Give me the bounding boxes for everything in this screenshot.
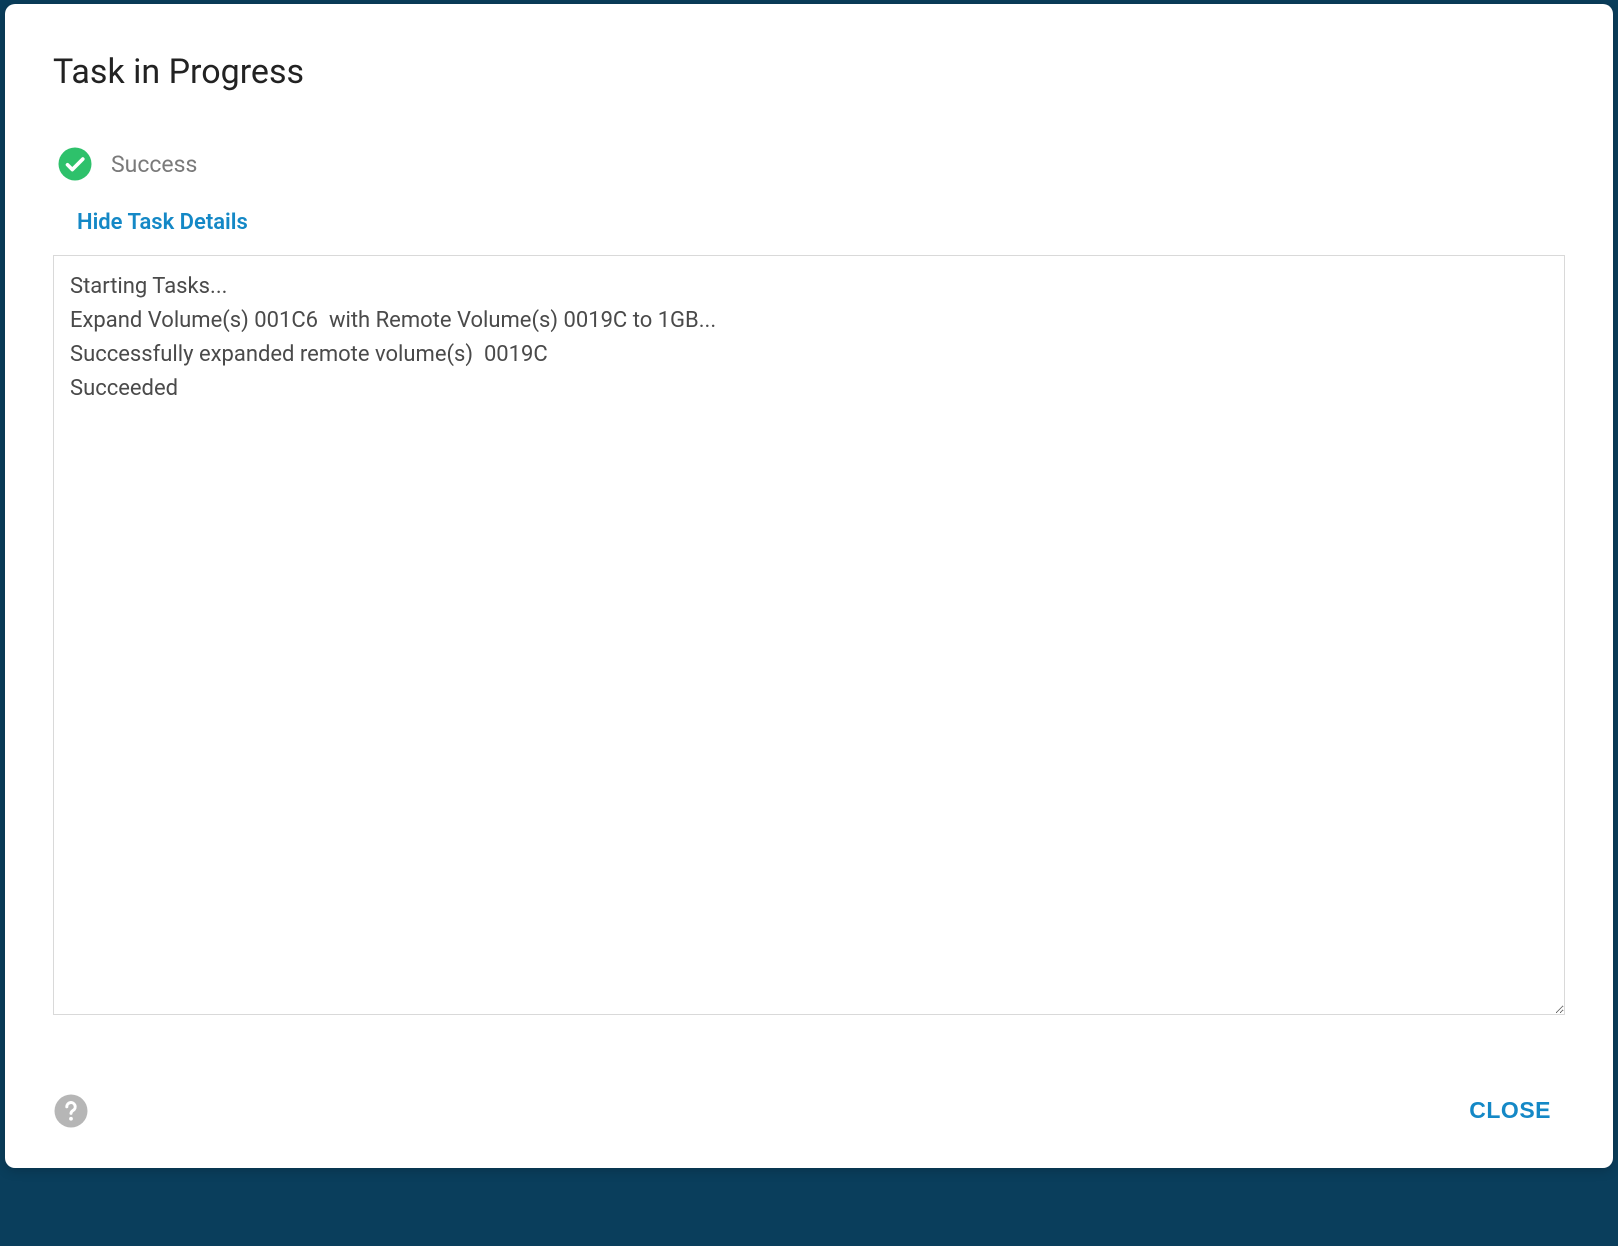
help-icon[interactable]	[53, 1093, 89, 1129]
status-row: Success	[53, 146, 1565, 182]
modal-footer: CLOSE	[53, 1089, 1565, 1132]
task-log-textarea[interactable]	[53, 255, 1565, 1015]
modal-title: Task in Progress	[53, 52, 1565, 92]
toggle-task-details-link[interactable]: Hide Task Details	[77, 210, 248, 235]
check-circle-icon	[57, 146, 93, 182]
close-button[interactable]: CLOSE	[1455, 1089, 1565, 1132]
task-progress-modal: Task in Progress Success Hide Task Detai…	[5, 4, 1613, 1168]
status-label: Success	[111, 151, 197, 178]
